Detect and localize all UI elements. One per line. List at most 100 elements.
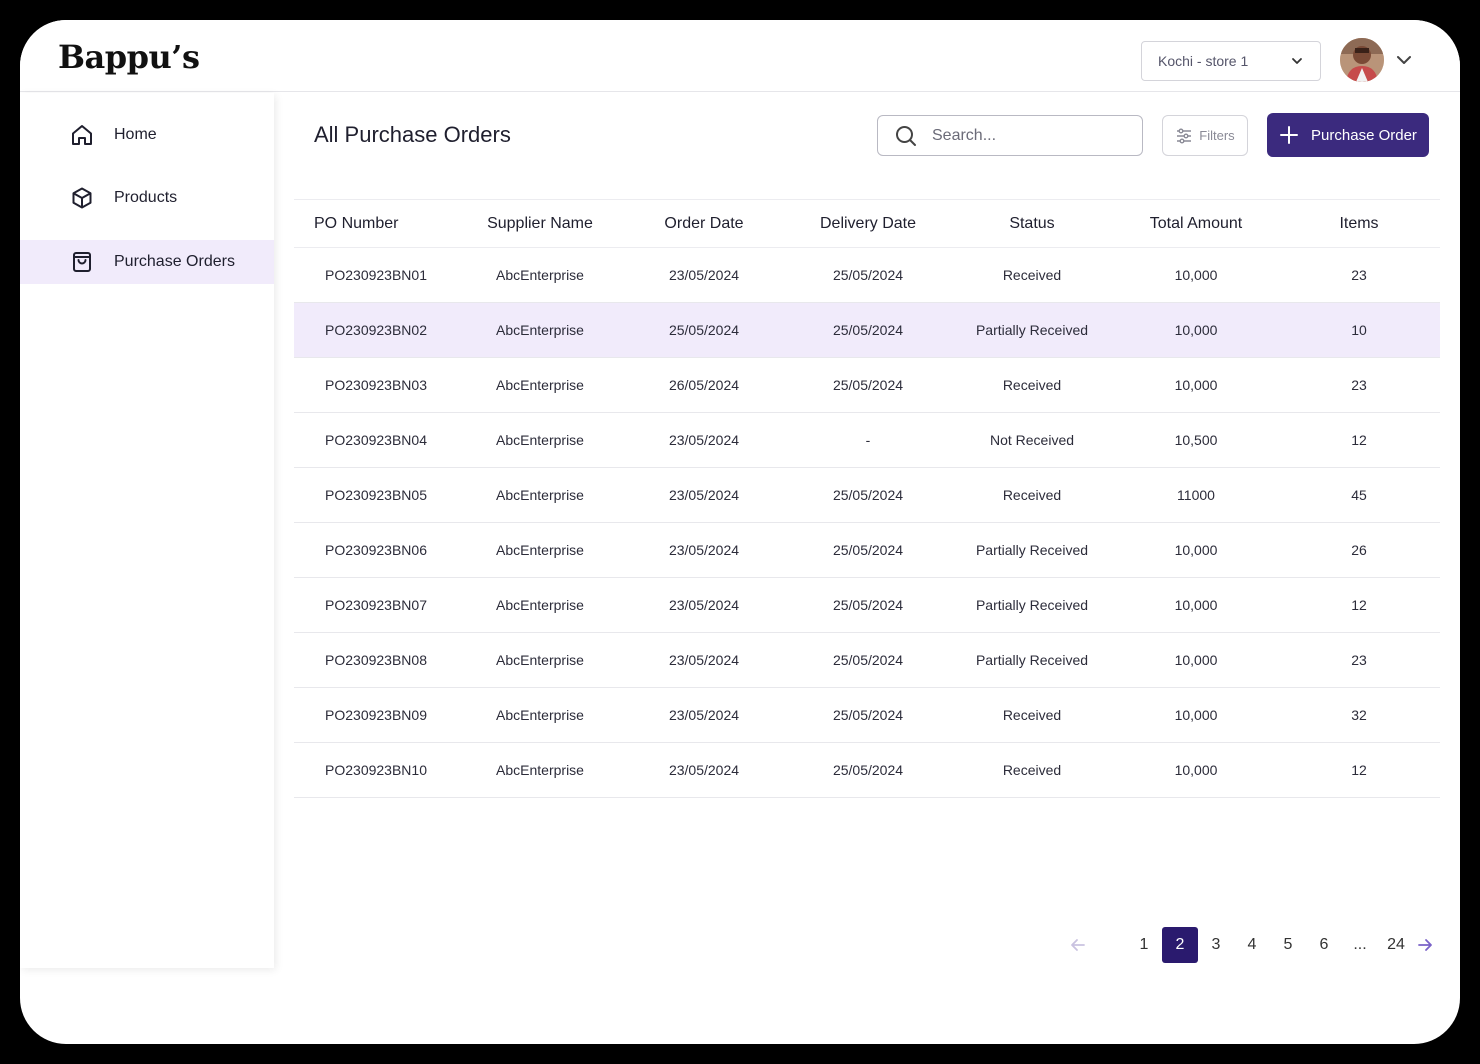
table-cell: 10,000: [1114, 687, 1278, 743]
table-row[interactable]: PO230923BN10 AbcEnterprise 23/05/2024 25/05…: [294, 742, 1440, 798]
sidebar-item-products[interactable]: Products: [20, 176, 274, 220]
table-cell: Received: [950, 742, 1114, 798]
store-select[interactable]: Kochi - store 1: [1141, 41, 1321, 81]
account-menu-chevron-icon[interactable]: [1394, 50, 1414, 70]
table-cell: 23/05/2024: [622, 247, 786, 303]
table-cell: PO230923BN06: [294, 522, 458, 578]
table-cell: 23/05/2024: [622, 522, 786, 578]
page-title: All Purchase Orders: [314, 122, 511, 147]
table-cell: PO230923BN08: [294, 632, 458, 688]
table-cell: Partially Received: [950, 577, 1114, 633]
table-cell: PO230923BN07: [294, 577, 458, 633]
brand-logo[interactable]: Bappu’s: [58, 38, 200, 76]
table-cell: AbcEnterprise: [458, 302, 622, 358]
page-button[interactable]: 3: [1198, 927, 1234, 963]
column-header-supplier-name[interactable]: Supplier Name: [458, 199, 622, 248]
plus-icon: [1280, 126, 1299, 144]
table-cell: 25/05/2024: [786, 687, 950, 743]
table-cell: 25/05/2024: [786, 632, 950, 688]
table-row[interactable]: PO230923BN01 AbcEnterprise 23/05/2024 25/05…: [294, 247, 1440, 303]
table-cell: Partially Received: [950, 302, 1114, 358]
sidebar-item-purchase-orders[interactable]: Purchase Orders: [20, 240, 274, 284]
table-cell: 25/05/2024: [622, 302, 786, 358]
table-row[interactable]: PO230923BN06 AbcEnterprise 23/05/2024 25/05…: [294, 522, 1440, 578]
table-row[interactable]: PO230923BN08 AbcEnterprise 23/05/2024 25/05…: [294, 632, 1440, 688]
box-icon: [70, 186, 94, 210]
table-cell: 23/05/2024: [622, 632, 786, 688]
table-cell: 25/05/2024: [786, 357, 950, 413]
column-header-po-number[interactable]: PO Number: [294, 199, 458, 248]
table-cell: AbcEnterprise: [458, 742, 622, 798]
shopping-bag-icon: [70, 250, 94, 274]
user-avatar[interactable]: [1340, 38, 1384, 82]
table-row[interactable]: PO230923BN09 AbcEnterprise 23/05/2024 25/05…: [294, 687, 1440, 743]
sidebar-item-label: Products: [114, 189, 178, 206]
column-header-items[interactable]: Items: [1278, 199, 1440, 248]
table-row[interactable]: PO230923BN05 AbcEnterprise 23/05/2024 25/05…: [294, 467, 1440, 523]
previous-page-button[interactable]: [1060, 927, 1096, 963]
table-cell: 23/05/2024: [622, 687, 786, 743]
page-button[interactable]: 1: [1126, 927, 1162, 963]
table-row[interactable]: PO230923BN03 AbcEnterprise 26/05/2024 25/05…: [294, 357, 1440, 413]
table-cell: 26/05/2024: [622, 357, 786, 413]
page-button[interactable]: 4: [1234, 927, 1270, 963]
table-cell: AbcEnterprise: [458, 522, 622, 578]
store-select-value: Kochi - store 1: [1158, 53, 1249, 69]
sidebar-item-label: Home: [114, 126, 157, 143]
table-cell: Partially Received: [950, 522, 1114, 578]
table-cell: 10,000: [1114, 522, 1278, 578]
home-icon: [70, 123, 94, 147]
column-header-total-amount[interactable]: Total Amount: [1114, 199, 1278, 248]
app-window: Bappu’s Kochi - store 1 Home Products Pu…: [20, 20, 1460, 1044]
table-cell: 10,000: [1114, 577, 1278, 633]
purchase-orders-table: PO Number Supplier Name Order Date Deliv…: [294, 199, 1440, 798]
column-header-order-date[interactable]: Order Date: [622, 199, 786, 248]
table-cell: 10,000: [1114, 357, 1278, 413]
table-cell: Partially Received: [950, 632, 1114, 688]
column-header-delivery-date[interactable]: Delivery Date: [786, 199, 950, 248]
table-cell: PO230923BN02: [294, 302, 458, 358]
table-cell: Received: [950, 467, 1114, 523]
table-cell: 12: [1278, 412, 1440, 468]
table-cell: Not Received: [950, 412, 1114, 468]
table-cell: 12: [1278, 742, 1440, 798]
page-button[interactable]: 2: [1162, 927, 1198, 963]
chevron-down-icon: [1292, 58, 1302, 64]
table-cell: 23/05/2024: [622, 412, 786, 468]
table-cell: 23/05/2024: [622, 467, 786, 523]
table-cell: AbcEnterprise: [458, 467, 622, 523]
add-purchase-order-button[interactable]: Purchase Order: [1267, 113, 1429, 157]
next-page-button[interactable]: [1407, 927, 1443, 963]
table-cell: -: [786, 412, 950, 468]
table-cell: PO230923BN10: [294, 742, 458, 798]
table-cell: 25/05/2024: [786, 522, 950, 578]
search-box[interactable]: [877, 115, 1143, 156]
table-row[interactable]: PO230923BN07 AbcEnterprise 23/05/2024 25/05…: [294, 577, 1440, 633]
table-cell: Received: [950, 357, 1114, 413]
pagination-ellipsis: ...: [1353, 936, 1367, 953]
table-cell: PO230923BN09: [294, 687, 458, 743]
table-cell: 32: [1278, 687, 1440, 743]
table-cell: 10,000: [1114, 247, 1278, 303]
sliders-icon: [1177, 128, 1192, 143]
table-row[interactable]: PO230923BN02 AbcEnterprise 25/05/2024 25/05…: [294, 302, 1440, 358]
table-cell: 10: [1278, 302, 1440, 358]
table-cell: AbcEnterprise: [458, 247, 622, 303]
table-row[interactable]: PO230923BN04 AbcEnterprise 23/05/2024- Not …: [294, 412, 1440, 468]
column-header-status[interactable]: Status: [950, 199, 1114, 248]
table-header-row: PO Number Supplier Name Order Date Deliv…: [294, 199, 1440, 248]
page-button[interactable]: 5: [1270, 927, 1306, 963]
arrow-left-icon: [1071, 939, 1085, 951]
filters-button[interactable]: Filters: [1162, 115, 1248, 156]
table-cell: AbcEnterprise: [458, 412, 622, 468]
arrow-right-icon: [1418, 939, 1432, 951]
search-input[interactable]: [932, 126, 1132, 145]
table-cell: AbcEnterprise: [458, 357, 622, 413]
table-cell: PO230923BN03: [294, 357, 458, 413]
table-cell: AbcEnterprise: [458, 687, 622, 743]
table-body: PO230923BN01 AbcEnterprise 23/05/2024 25/05…: [294, 247, 1440, 798]
table-cell: 23/05/2024: [622, 577, 786, 633]
sidebar: Home Products Purchase Orders: [20, 93, 274, 968]
sidebar-item-home[interactable]: Home: [20, 113, 274, 157]
page-button[interactable]: 6: [1306, 927, 1342, 963]
